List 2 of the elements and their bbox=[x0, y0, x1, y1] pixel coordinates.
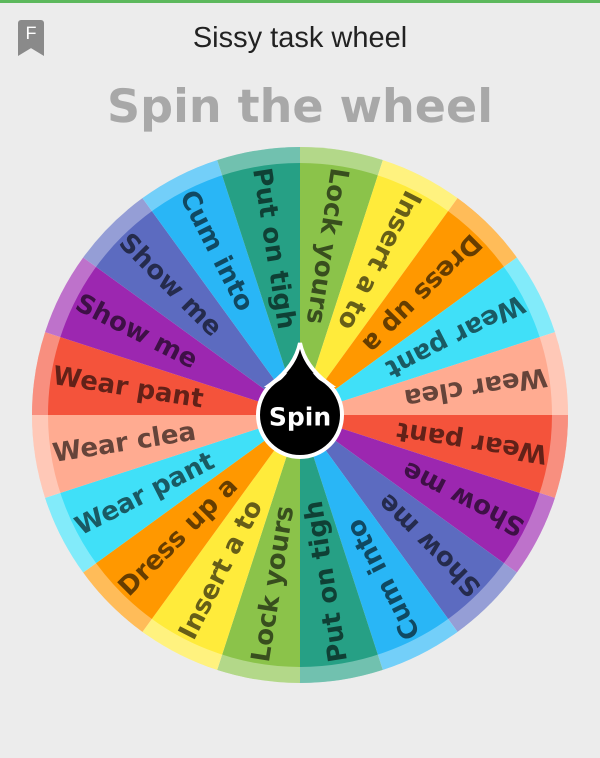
heading: Spin the wheel bbox=[106, 78, 494, 135]
app-title: Sissy task wheel bbox=[192, 22, 408, 54]
